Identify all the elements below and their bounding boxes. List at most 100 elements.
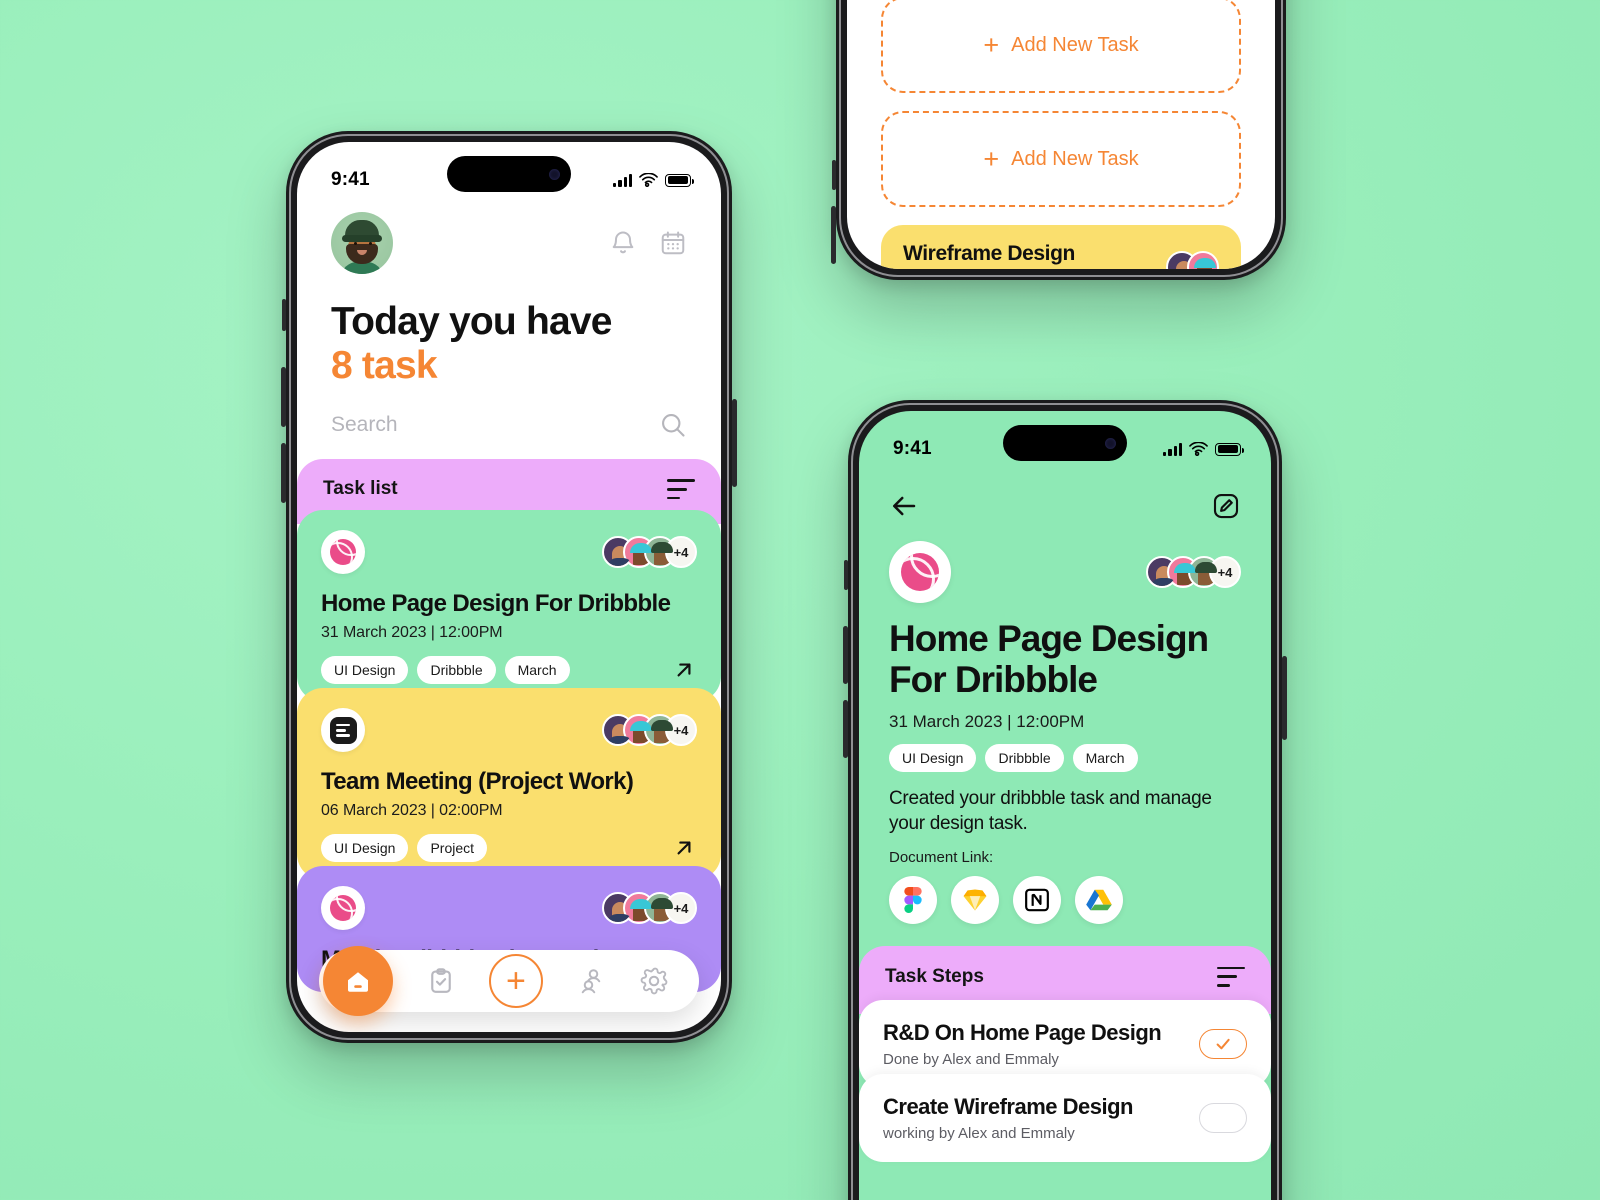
google-drive-icon[interactable] [1075,875,1123,924]
home-icon [343,966,373,996]
add-new-task-button[interactable]: + Add New Task [881,111,1241,207]
phone-volume-up-button[interactable] [281,367,286,427]
filter-icon[interactable] [1217,966,1245,987]
sidebar-item-home[interactable] [323,946,394,1016]
add-new-task-label: Add New Task [1011,147,1139,170]
header-actions [609,229,687,257]
title-line-1: Today you have [331,300,612,343]
assignee-avatars[interactable]: +4 [602,892,697,925]
filter-icon[interactable] [667,479,695,500]
schedule-card[interactable]: Wireframe Design 03:00PM to 04:00PM [881,225,1241,269]
task-list-label: Task list [323,478,398,500]
add-new-task-label: Add New Task [1011,33,1139,56]
check-toggle[interactable] [1199,1102,1247,1133]
task-step-text: Create Wireframe Design working by Alex … [883,1094,1133,1142]
avatar [1187,250,1219,269]
task-card[interactable]: +4 Home Page Design For Dribbble 31 Marc… [297,510,721,703]
screen-task-detail: 9:41 +4 Home Page Design For Dribbble 31… [859,411,1271,1200]
task-tag[interactable]: UI Design [321,834,409,863]
schedule-card-text: Wireframe Design 03:00PM to 04:00PM [903,242,1075,269]
task-detail-title: Home Page Design For Dribbble [889,618,1209,700]
task-steps-label: Task Steps [885,965,984,987]
wifi-icon [1189,442,1208,456]
screen-add-task: + Add New Task + Add New Task Wireframe … [847,0,1275,269]
page-title: Home Page Design For Dribbble [859,603,1271,700]
calendar-icon[interactable] [659,229,687,257]
document-links [859,866,1271,924]
phone-power-button[interactable] [732,399,737,487]
sketch-icon[interactable] [951,875,999,924]
avatar[interactable] [331,212,393,274]
task-tags: UI Design Dribbble March [321,656,570,685]
task-step-subtitle: Done by Alex and Emmaly [883,1050,1059,1068]
signal-bars-icon [613,173,632,187]
phone-volume-down-button[interactable] [281,443,286,503]
page-title: Today you have 8 task [297,274,721,387]
check-toggle[interactable] [1199,1028,1247,1059]
battery-icon [665,173,695,187]
plus-icon: + [983,29,1000,60]
task-step-row[interactable]: Create Wireframe Design working by Alex … [859,1073,1271,1162]
search-icon[interactable] [659,411,687,439]
search-bar[interactable]: Search [331,411,687,447]
task-card-top: +4 [321,530,697,575]
assignee-avatars[interactable]: +4 [602,714,697,747]
task-title: Team Meeting (Project Work) [321,768,634,796]
battery-icon [1215,442,1245,456]
assignee-avatars[interactable]: +4 [1146,556,1241,588]
phone-power-button[interactable] [1282,656,1287,740]
screen-home: 9:41 Today you have 8 task Search Task l… [297,142,721,1032]
phone-add-task-screen: + Add New Task + Add New Task Wireframe … [831,0,1286,280]
task-tags: UI Design Dribbble March [859,732,1271,773]
figma-icon[interactable] [889,875,937,924]
edit-pencil-icon[interactable] [1211,491,1241,521]
phone-volume-up-button[interactable] [843,626,848,684]
bottom-nav-bar: + [319,946,699,1016]
people-icon[interactable] [576,966,606,996]
clipboard-check-icon[interactable] [426,966,456,996]
add-task-button[interactable]: + [488,954,543,1008]
phone-volume-down-button[interactable] [831,206,836,264]
task-card-top: +4 [321,886,697,931]
phone-task-detail-screen: 9:41 +4 Home Page Design For Dribbble 31… [843,400,1287,1200]
task-tag[interactable]: March [1072,744,1138,773]
add-new-task-button-top[interactable]: + Add New Task [881,0,1241,93]
task-tag[interactable]: UI Design [889,744,977,773]
plus-icon: + [983,143,1000,174]
status-time: 9:41 [893,438,932,459]
status-indicators [1163,442,1245,456]
search-input[interactable]: Search [331,413,398,437]
task-tag[interactable]: Dribbble [985,744,1064,773]
task-list-icon [321,708,365,753]
dribbble-icon [321,530,365,575]
task-card-bottom: UI Design Project [321,834,697,863]
task-datetime: 31 March 2023 | 12:00PM [321,624,503,642]
phone-mute-switch[interactable] [844,560,848,590]
phone-volume-down-button[interactable] [843,700,848,758]
status-time: 9:41 [331,169,370,190]
assignee-avatars[interactable]: +4 [602,536,697,569]
task-card-list: +4 Home Page Design For Dribbble 31 Marc… [297,510,721,993]
arrow-up-right-icon[interactable] [671,657,697,683]
detail-top-row: +4 [859,521,1271,603]
add-task-body: + Add New Task + Add New Task Wireframe … [847,0,1275,269]
gear-icon[interactable] [639,966,669,996]
task-card[interactable]: +4 Team Meeting (Project Work) 06 March … [297,688,721,881]
phone-volume-up-button[interactable] [832,160,836,190]
arrow-up-right-icon[interactable] [671,835,697,861]
assignee-avatars[interactable] [1166,250,1219,269]
dynamic-island [1003,425,1127,461]
document-link-label: Document Link: [889,848,994,866]
task-step-title: Create Wireframe Design [883,1093,1133,1119]
task-description: Created your dribbble task and manage yo… [889,788,1212,835]
task-tag[interactable]: Dribbble [417,656,496,685]
task-datetime: 06 March 2023 | 02:00PM [321,802,503,820]
phone-mute-switch[interactable] [282,299,286,331]
arrow-left-icon[interactable] [889,491,919,521]
task-title: Home Page Design For Dribbble [321,590,671,618]
bell-icon[interactable] [609,229,637,257]
task-tag[interactable]: Project [417,834,488,863]
notion-icon[interactable] [1013,875,1061,924]
task-tag[interactable]: March [504,656,570,685]
task-tag[interactable]: UI Design [321,656,409,685]
